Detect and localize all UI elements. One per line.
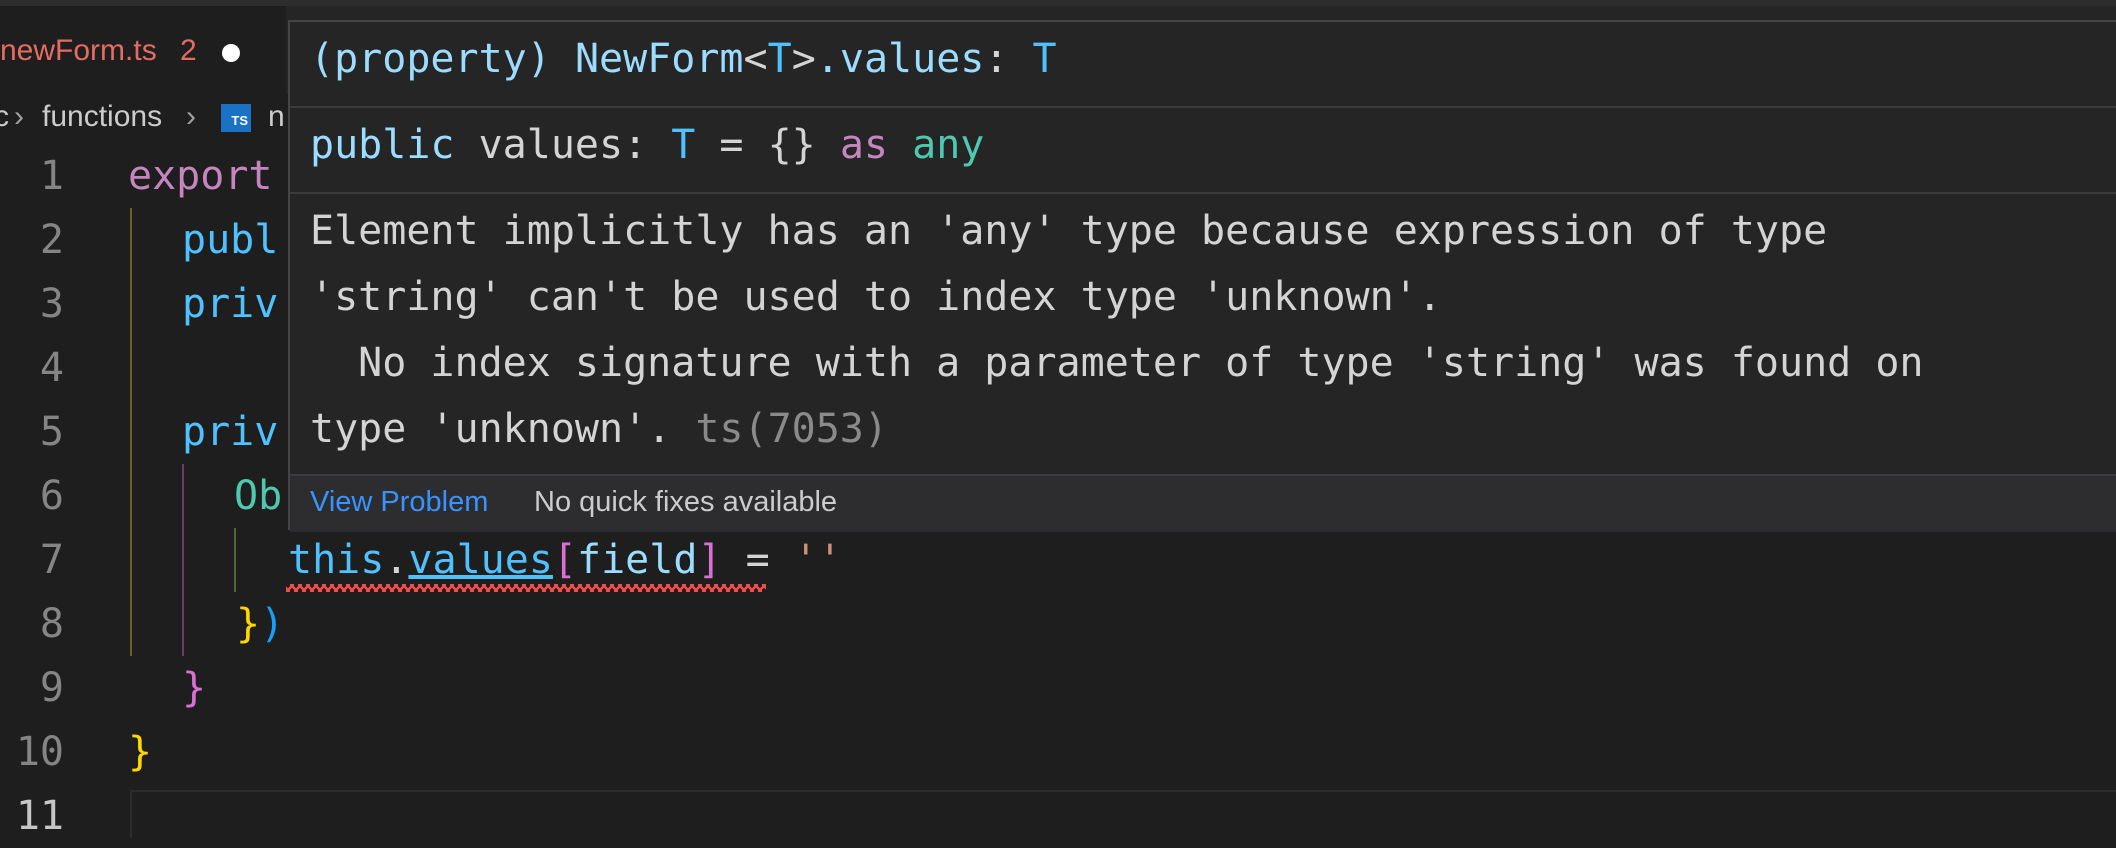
- close-brace: }: [236, 601, 261, 647]
- indent-guide: [234, 528, 236, 592]
- code-line-1: export: [128, 153, 273, 199]
- unsaved-dot-icon[interactable]: [222, 44, 240, 62]
- decl-type: T: [671, 122, 696, 168]
- this-keyword: this: [288, 537, 385, 583]
- line-number: 1: [39, 153, 64, 199]
- hover-status-bar: View Problem No quick fixes available: [290, 474, 2116, 532]
- decl-space: [888, 122, 912, 168]
- error-message-line: 'string' can't be used to index type 'un…: [310, 274, 1442, 320]
- code-line-8: }): [236, 592, 284, 656]
- sig-member: .values: [815, 36, 985, 82]
- sig-angle: >: [791, 36, 816, 82]
- error-message-line: type 'unknown'. ts(7053): [310, 406, 888, 452]
- indent-guide: [182, 464, 184, 656]
- code-line-3: priv: [182, 281, 279, 327]
- hover-divider: [290, 192, 2116, 194]
- tab-bar-top-border: [0, 0, 2116, 6]
- sig-colon: :: [984, 36, 1033, 82]
- line-number: 10: [15, 729, 64, 775]
- sig-angle: <: [743, 36, 768, 82]
- chevron-right-icon: ›: [14, 100, 24, 133]
- decl-any: any: [912, 122, 985, 168]
- code-line-7: this.values[field] = '': [288, 528, 842, 592]
- current-line-highlight: [130, 790, 2116, 838]
- line-number: 2: [39, 217, 64, 263]
- decl-init: = {}: [695, 122, 840, 168]
- sig-paren: ): [526, 36, 551, 82]
- field-variable: field: [577, 537, 698, 583]
- tab-filename: newForm.ts: [0, 34, 157, 67]
- sig-paren: (: [310, 36, 335, 82]
- code-line-5: priv: [182, 409, 279, 455]
- code-line-6: Ob: [234, 473, 283, 519]
- decl-as: as: [839, 122, 889, 168]
- decl-public: public: [310, 122, 455, 168]
- sig-class: NewForm: [574, 36, 744, 82]
- breadcrumb-item-functions[interactable]: functions: [42, 100, 162, 134]
- indent-guide: [130, 208, 132, 656]
- typescript-file-icon: TS: [221, 104, 251, 132]
- code-line-2: publ: [182, 217, 279, 263]
- line-number: 7: [39, 537, 64, 583]
- hover-tooltip: (property) NewForm<T>.values: T public v…: [288, 20, 2116, 532]
- line-number: 5: [39, 409, 64, 455]
- view-problem-link[interactable]: View Problem: [310, 486, 488, 519]
- error-message-line: Element implicitly has an 'any' type bec…: [310, 208, 1828, 254]
- code-line-9: }: [182, 665, 207, 711]
- breadcrumb-item-file[interactable]: n: [268, 100, 285, 134]
- sig-kind: property: [334, 36, 527, 82]
- code-line-10: }: [128, 729, 153, 775]
- line-number: 4: [39, 345, 64, 391]
- values-property[interactable]: values: [408, 537, 553, 583]
- line-number: 6: [39, 473, 64, 519]
- hover-divider: [290, 106, 2116, 108]
- chevron-right-icon: ›: [186, 100, 196, 133]
- no-quick-fixes-label: No quick fixes available: [534, 486, 838, 518]
- line-number: 8: [39, 601, 64, 647]
- hover-signature: (property) NewForm<T>.values: T: [310, 36, 1057, 82]
- error-message-tail: type 'unknown'.: [310, 406, 672, 452]
- error-code: ts(7053): [671, 406, 888, 452]
- tab-problem-count: 2: [180, 34, 197, 67]
- editor-tab[interactable]: newForm.ts 2: [0, 6, 286, 94]
- assign-operator: =: [721, 537, 794, 583]
- sig-type-param: T: [767, 36, 792, 82]
- error-squiggle[interactable]: [286, 584, 766, 592]
- line-number: 9: [39, 665, 64, 711]
- hover-declaration: public values: T = {} as any: [310, 122, 984, 168]
- line-number: 3: [39, 281, 64, 327]
- sig-type: T: [1032, 36, 1057, 82]
- open-bracket: [: [552, 537, 578, 583]
- empty-string: '': [793, 537, 842, 583]
- error-message-line: No index signature with a parameter of t…: [310, 340, 1924, 386]
- dot-operator: .: [384, 537, 409, 583]
- close-bracket: ]: [697, 537, 722, 583]
- breadcrumb-item-parent[interactable]: c: [0, 100, 9, 134]
- close-paren: ): [260, 601, 285, 647]
- decl-name: values:: [454, 122, 672, 168]
- line-number-active: 11: [15, 793, 64, 839]
